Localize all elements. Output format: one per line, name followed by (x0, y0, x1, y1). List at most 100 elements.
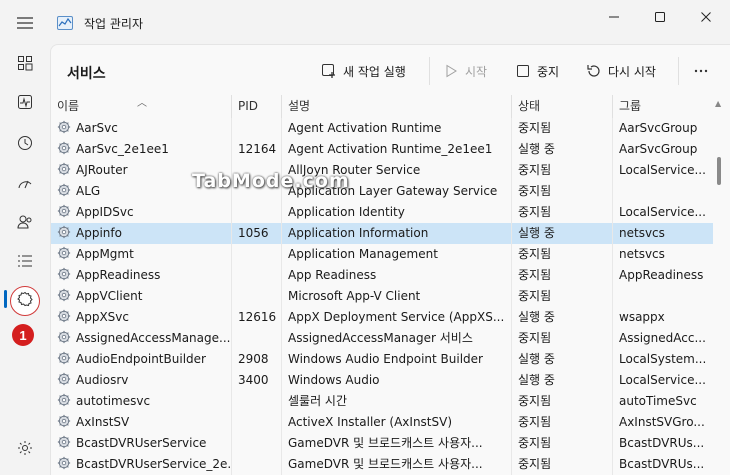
table-row[interactable]: AppXSvc 12616 AppX Deployment Service (App… (51, 307, 713, 328)
service-gear-icon (57, 225, 71, 239)
status-cell: 실행 중 (512, 139, 613, 160)
description-cell-text: Windows Audio (288, 373, 380, 387)
pid-cell (232, 328, 282, 349)
maximize-button[interactable] (638, 6, 682, 28)
service-name-cell: AppVClient (51, 286, 232, 307)
table-row[interactable]: AppReadiness App Readiness 중지됨 AppReadiness (51, 265, 713, 286)
pid-cell: 3400 (232, 370, 282, 391)
table-row[interactable]: ALG Application Layer Gateway Service 중지됨 (51, 181, 713, 202)
pid-cell-text: 12616 (238, 310, 277, 324)
table-row[interactable]: AppMgmt Application Management 중지됨 netsvcs (51, 244, 713, 265)
service-name-cell: BcastDVRUserService (51, 433, 232, 454)
table-row[interactable]: autotimesvc 셀룰러 시간 중지됨 autoTimeSvc (51, 391, 713, 412)
description-cell: Agent Activation Runtime_2e1ee1 (282, 139, 512, 160)
service-gear-icon (57, 267, 71, 281)
toolbar-divider (429, 57, 430, 85)
service-gear-icon (57, 204, 71, 218)
vertical-scrollbar[interactable] (717, 157, 721, 185)
sort-ascending-icon: ︿ (137, 98, 147, 109)
stop-button[interactable]: 중지 (515, 60, 559, 82)
performance-icon (17, 94, 33, 114)
nav-settings[interactable] (8, 435, 42, 465)
description-cell-text: AppX Deployment Service (AppXS... (288, 310, 505, 324)
status-cell-text: 중지됨 (518, 247, 552, 261)
pid-cell-text: 12164 (238, 142, 277, 156)
table-row[interactable]: BcastDVRUserService GameDVR 및 브로드캐스트 사용자.… (51, 433, 713, 454)
nav-details[interactable] (8, 248, 42, 278)
table-row[interactable]: BcastDVRUserService_2e... GameDVR 및 브로드캐스… (51, 454, 713, 475)
column-pid-label: PID (238, 99, 259, 113)
status-cell-text: 실행 중 (518, 352, 555, 366)
settings-icon (17, 440, 33, 460)
pid-cell (232, 286, 282, 307)
column-header-status[interactable]: 상태 (512, 95, 613, 118)
toolbar-divider (678, 57, 679, 85)
table-row[interactable]: AssignedAccessManage... AssignedAccessMan… (51, 328, 713, 349)
nav-users[interactable] (8, 209, 42, 239)
column-header-name[interactable]: 이름 ︿ (51, 95, 232, 118)
description-cell: App Readiness (282, 265, 512, 286)
description-cell: ActiveX Installer (AxInstSV) (282, 412, 512, 433)
nav-services[interactable] (10, 286, 40, 316)
group-cell-text: LocalService... (619, 163, 706, 177)
description-cell: Agent Activation Runtime (282, 118, 512, 139)
service-name-cell-text: Appinfo (76, 226, 122, 240)
service-gear-icon (57, 330, 71, 344)
status-cell-text: 중지됨 (518, 331, 552, 345)
minimize-button[interactable] (592, 6, 636, 28)
group-cell: autoTimeSvc (613, 391, 713, 412)
run-new-task-button[interactable]: 새 작업 실행 (321, 60, 406, 82)
column-header-group[interactable]: 그룹 (613, 95, 713, 118)
column-group-label: 그룹 (619, 99, 642, 113)
sidebar: 1 (0, 44, 50, 475)
group-cell (613, 181, 713, 202)
service-name-cell: AarSvc_2e1ee1 (51, 139, 232, 160)
status-cell-text: 중지됨 (518, 457, 552, 471)
pid-cell: 12164 (232, 139, 282, 160)
table-row[interactable]: AudioEndpointBuilder 2908 Windows Audio En… (51, 349, 713, 370)
restart-button[interactable]: 다시 시작 (586, 60, 656, 82)
table-row[interactable]: AppVClient Microsoft App-V Client 중지됨 (51, 286, 713, 307)
table-row[interactable]: AxInstSV ActiveX Installer (AxInstSV) 중지됨 A… (51, 412, 713, 433)
group-cell: BcastDVRUs... (613, 454, 713, 475)
more-options-button[interactable] (693, 60, 709, 82)
hamburger-menu-icon[interactable] (14, 12, 36, 34)
group-cell: LocalService... (613, 160, 713, 181)
nav-performance[interactable] (8, 89, 42, 119)
table-row[interactable]: AppIDSvc Application Identity 중지됨 LocalServ… (51, 202, 713, 223)
run-new-task-label: 새 작업 실행 (343, 64, 406, 79)
stop-label: 중지 (537, 64, 560, 79)
services-table: 이름 ︿ PID 설명 상태 그룹 ▲ AarSvc Agent Activati… (51, 95, 730, 475)
group-cell-text: AxInstSVGro... (619, 415, 705, 429)
group-cell: AxInstSVGro... (613, 412, 713, 433)
nav-app-history[interactable] (8, 130, 42, 160)
group-cell-text: LocalSystem... (619, 352, 707, 366)
group-cell: LocalSystem... (613, 349, 713, 370)
group-cell: BcastDVRUs... (613, 433, 713, 454)
column-header-pid[interactable]: PID (232, 95, 282, 118)
service-name-cell: AudioEndpointBuilder (51, 349, 232, 370)
service-name-cell-text: AppMgmt (76, 247, 134, 261)
scroll-up-icon[interactable]: ▲ (715, 99, 721, 108)
service-name-cell: Audiosrv (51, 370, 232, 391)
close-button[interactable] (684, 6, 728, 28)
start-button[interactable]: 시작 (443, 60, 487, 82)
status-cell: 중지됨 (512, 181, 613, 202)
table-row[interactable]: AarSvc Agent Activation Runtime 중지됨 AarSvcG… (51, 118, 713, 139)
pid-cell (232, 433, 282, 454)
nav-startup-apps[interactable] (8, 171, 42, 201)
pid-cell: 1056 (232, 223, 282, 244)
status-cell-text: 중지됨 (518, 394, 552, 408)
table-row[interactable]: AJRouter AllJoyn Router Service 중지됨 LocalSe… (51, 160, 713, 181)
table-row[interactable]: Audiosrv 3400 Windows Audio 실행 중 LocalServic… (51, 370, 713, 391)
group-cell-text: AppReadiness (619, 268, 704, 282)
status-cell-text: 중지됨 (518, 163, 552, 177)
group-cell-text: wsappx (619, 310, 665, 324)
table-row[interactable]: AarSvc_2e1ee1 12164 Agent Activation Runti… (51, 139, 713, 160)
nav-processes[interactable] (8, 50, 42, 80)
column-header-description[interactable]: 설명 (282, 95, 512, 118)
service-name-cell: Appinfo (51, 223, 232, 244)
service-name-cell-text: autotimesvc (76, 394, 151, 408)
service-name-cell-text: BcastDVRUserService (76, 436, 207, 450)
table-row[interactable]: Appinfo 1056 Application Information 실행 중 ne… (51, 223, 713, 244)
